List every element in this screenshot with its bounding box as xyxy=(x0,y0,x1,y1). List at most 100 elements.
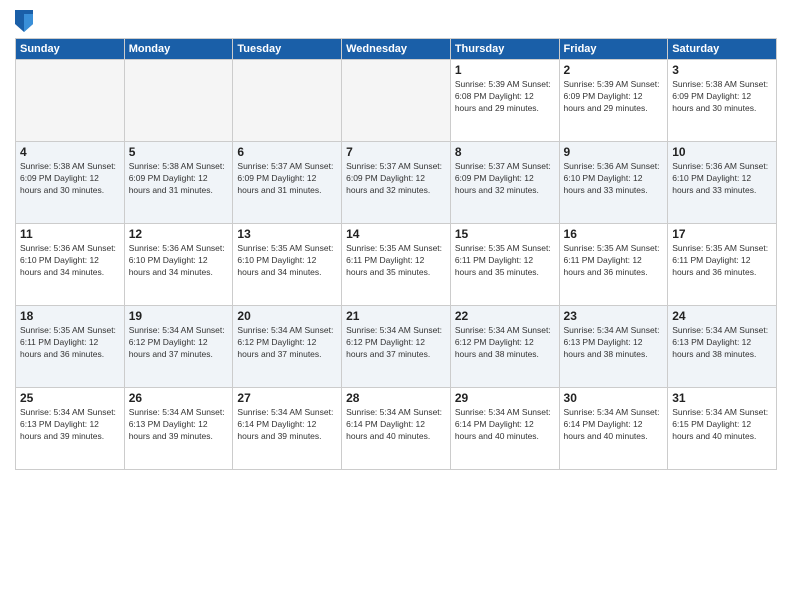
day-number: 2 xyxy=(564,63,664,77)
day-info: Sunrise: 5:34 AM Sunset: 6:14 PM Dayligh… xyxy=(564,407,664,443)
calendar-cell: 22 Sunrise: 5:34 AM Sunset: 6:12 PM Dayli… xyxy=(450,306,559,388)
page: SundayMondayTuesdayWednesdayThursdayFrid… xyxy=(0,0,792,612)
calendar-cell: 5 Sunrise: 5:38 AM Sunset: 6:09 PM Daylig… xyxy=(124,142,233,224)
day-info: Sunrise: 5:34 AM Sunset: 6:12 PM Dayligh… xyxy=(129,325,229,361)
day-info: Sunrise: 5:34 AM Sunset: 6:13 PM Dayligh… xyxy=(672,325,772,361)
calendar-cell xyxy=(342,60,451,142)
header-row: SundayMondayTuesdayWednesdayThursdayFrid… xyxy=(16,39,777,60)
calendar-cell: 4Sunrise: 5:38 AM Sunset: 6:09 PM Daylig… xyxy=(16,142,125,224)
day-number: 19 xyxy=(129,309,229,323)
day-info: Sunrise: 5:39 AM Sunset: 6:09 PM Dayligh… xyxy=(564,79,664,115)
day-info: Sunrise: 5:37 AM Sunset: 6:09 PM Dayligh… xyxy=(346,161,446,197)
day-info: Sunrise: 5:35 AM Sunset: 6:11 PM Dayligh… xyxy=(672,243,772,279)
day-number: 10 xyxy=(672,145,772,159)
calendar-cell: 11 Sunrise: 5:36 AM Sunset: 6:10 PM Dayli… xyxy=(16,224,125,306)
week-row-0: 1Sunrise: 5:39 AM Sunset: 6:08 PM Daylig… xyxy=(16,60,777,142)
week-row-1: 4Sunrise: 5:38 AM Sunset: 6:09 PM Daylig… xyxy=(16,142,777,224)
day-info: Sunrise: 5:34 AM Sunset: 6:14 PM Dayligh… xyxy=(455,407,555,443)
day-number: 21 xyxy=(346,309,446,323)
day-number: 24 xyxy=(672,309,772,323)
calendar-cell: 1Sunrise: 5:39 AM Sunset: 6:08 PM Daylig… xyxy=(450,60,559,142)
calendar-cell: 18 Sunrise: 5:35 AM Sunset: 6:11 PM Dayli… xyxy=(16,306,125,388)
calendar-cell: 24 Sunrise: 5:34 AM Sunset: 6:13 PM Dayli… xyxy=(668,306,777,388)
calendar-cell: 9 Sunrise: 5:36 AM Sunset: 6:10 PM Daylig… xyxy=(559,142,668,224)
calendar-cell: 20 Sunrise: 5:34 AM Sunset: 6:12 PM Dayli… xyxy=(233,306,342,388)
calendar-cell xyxy=(124,60,233,142)
day-number: 23 xyxy=(564,309,664,323)
col-header-monday: Monday xyxy=(124,39,233,60)
col-header-saturday: Saturday xyxy=(668,39,777,60)
week-row-3: 18 Sunrise: 5:35 AM Sunset: 6:11 PM Dayli… xyxy=(16,306,777,388)
day-number: 28 xyxy=(346,391,446,405)
day-info: Sunrise: 5:38 AM Sunset: 6:09 PM Dayligh… xyxy=(20,161,120,197)
calendar-cell: 13 Sunrise: 5:35 AM Sunset: 6:10 PM Dayli… xyxy=(233,224,342,306)
day-info: Sunrise: 5:34 AM Sunset: 6:12 PM Dayligh… xyxy=(455,325,555,361)
calendar-cell: 31 Sunrise: 5:34 AM Sunset: 6:15 PM Dayli… xyxy=(668,388,777,470)
day-info: Sunrise: 5:34 AM Sunset: 6:14 PM Dayligh… xyxy=(346,407,446,443)
calendar-cell: 28 Sunrise: 5:34 AM Sunset: 6:14 PM Dayli… xyxy=(342,388,451,470)
day-info: Sunrise: 5:38 AM Sunset: 6:09 PM Dayligh… xyxy=(129,161,229,197)
calendar-cell: 16Sunrise: 5:35 AM Sunset: 6:11 PM Dayli… xyxy=(559,224,668,306)
day-info: Sunrise: 5:37 AM Sunset: 6:09 PM Dayligh… xyxy=(455,161,555,197)
day-info: Sunrise: 5:34 AM Sunset: 6:12 PM Dayligh… xyxy=(237,325,337,361)
day-number: 12 xyxy=(129,227,229,241)
calendar-cell: 12Sunrise: 5:36 AM Sunset: 6:10 PM Dayli… xyxy=(124,224,233,306)
col-header-tuesday: Tuesday xyxy=(233,39,342,60)
calendar-cell: 17 Sunrise: 5:35 AM Sunset: 6:11 PM Dayli… xyxy=(668,224,777,306)
day-info: Sunrise: 5:35 AM Sunset: 6:11 PM Dayligh… xyxy=(20,325,120,361)
day-number: 7 xyxy=(346,145,446,159)
calendar-cell: 15Sunrise: 5:35 AM Sunset: 6:11 PM Dayli… xyxy=(450,224,559,306)
header xyxy=(15,10,777,32)
day-number: 15 xyxy=(455,227,555,241)
col-header-sunday: Sunday xyxy=(16,39,125,60)
calendar-cell: 30Sunrise: 5:34 AM Sunset: 6:14 PM Dayli… xyxy=(559,388,668,470)
day-info: Sunrise: 5:34 AM Sunset: 6:13 PM Dayligh… xyxy=(129,407,229,443)
day-info: Sunrise: 5:34 AM Sunset: 6:12 PM Dayligh… xyxy=(346,325,446,361)
calendar-cell: 10 Sunrise: 5:36 AM Sunset: 6:10 PM Dayli… xyxy=(668,142,777,224)
day-number: 25 xyxy=(20,391,120,405)
day-info: Sunrise: 5:37 AM Sunset: 6:09 PM Dayligh… xyxy=(237,161,337,197)
day-number: 22 xyxy=(455,309,555,323)
day-info: Sunrise: 5:35 AM Sunset: 6:11 PM Dayligh… xyxy=(564,243,664,279)
logo-icon xyxy=(15,10,33,32)
day-number: 9 xyxy=(564,145,664,159)
day-number: 18 xyxy=(20,309,120,323)
week-row-4: 25 Sunrise: 5:34 AM Sunset: 6:13 PM Dayli… xyxy=(16,388,777,470)
day-info: Sunrise: 5:39 AM Sunset: 6:08 PM Dayligh… xyxy=(455,79,555,115)
day-info: Sunrise: 5:36 AM Sunset: 6:10 PM Dayligh… xyxy=(672,161,772,197)
day-number: 26 xyxy=(129,391,229,405)
day-number: 31 xyxy=(672,391,772,405)
calendar-cell xyxy=(233,60,342,142)
day-number: 14 xyxy=(346,227,446,241)
calendar-cell: 19 Sunrise: 5:34 AM Sunset: 6:12 PM Dayli… xyxy=(124,306,233,388)
calendar-cell: 8Sunrise: 5:37 AM Sunset: 6:09 PM Daylig… xyxy=(450,142,559,224)
day-number: 6 xyxy=(237,145,337,159)
col-header-thursday: Thursday xyxy=(450,39,559,60)
day-number: 17 xyxy=(672,227,772,241)
day-info: Sunrise: 5:36 AM Sunset: 6:10 PM Dayligh… xyxy=(20,243,120,279)
day-info: Sunrise: 5:36 AM Sunset: 6:10 PM Dayligh… xyxy=(564,161,664,197)
calendar-cell: 27 Sunrise: 5:34 AM Sunset: 6:14 PM Dayli… xyxy=(233,388,342,470)
day-number: 3 xyxy=(672,63,772,77)
day-info: Sunrise: 5:34 AM Sunset: 6:14 PM Dayligh… xyxy=(237,407,337,443)
day-info: Sunrise: 5:35 AM Sunset: 6:10 PM Dayligh… xyxy=(237,243,337,279)
week-row-2: 11 Sunrise: 5:36 AM Sunset: 6:10 PM Dayli… xyxy=(16,224,777,306)
day-info: Sunrise: 5:34 AM Sunset: 6:15 PM Dayligh… xyxy=(672,407,772,443)
calendar-cell: 23Sunrise: 5:34 AM Sunset: 6:13 PM Dayli… xyxy=(559,306,668,388)
day-number: 11 xyxy=(20,227,120,241)
day-number: 29 xyxy=(455,391,555,405)
day-number: 5 xyxy=(129,145,229,159)
col-header-friday: Friday xyxy=(559,39,668,60)
calendar-cell: 3 Sunrise: 5:38 AM Sunset: 6:09 PM Daylig… xyxy=(668,60,777,142)
day-number: 27 xyxy=(237,391,337,405)
calendar-cell: 14 Sunrise: 5:35 AM Sunset: 6:11 PM Dayli… xyxy=(342,224,451,306)
day-number: 13 xyxy=(237,227,337,241)
day-info: Sunrise: 5:38 AM Sunset: 6:09 PM Dayligh… xyxy=(672,79,772,115)
calendar-cell: 25Sunrise: 5:34 AM Sunset: 6:13 PM Dayli… xyxy=(16,388,125,470)
day-number: 20 xyxy=(237,309,337,323)
calendar-header: SundayMondayTuesdayWednesdayThursdayFrid… xyxy=(16,39,777,60)
calendar-cell: 2 Sunrise: 5:39 AM Sunset: 6:09 PM Daylig… xyxy=(559,60,668,142)
day-info: Sunrise: 5:35 AM Sunset: 6:11 PM Dayligh… xyxy=(346,243,446,279)
calendar-cell: 21 Sunrise: 5:34 AM Sunset: 6:12 PM Dayli… xyxy=(342,306,451,388)
calendar-cell: 7 Sunrise: 5:37 AM Sunset: 6:09 PM Daylig… xyxy=(342,142,451,224)
